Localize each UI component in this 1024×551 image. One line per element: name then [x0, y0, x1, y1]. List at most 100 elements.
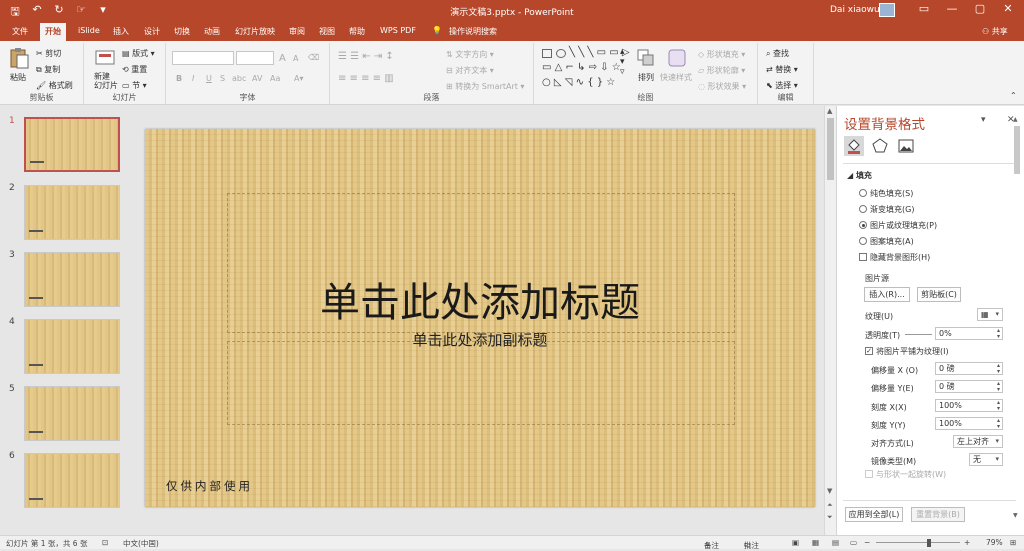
cut-button[interactable]: ✂ 剪切 [36, 48, 61, 59]
arrange-button[interactable]: 排列 [638, 72, 654, 83]
align-text-button[interactable]: ⊟ 对齐文本 ▾ [446, 65, 494, 76]
fill-category-icon[interactable] [844, 136, 864, 156]
grow-font-button[interactable]: A [279, 53, 286, 64]
triangle-shape-icon[interactable]: ▭ △ ⌐ ↳ ⇨ ⇩ ☆ [542, 62, 621, 73]
slide-canvas[interactable]: 单击此处添加标题 单击此处添加副标题 仅供内部使用 [145, 129, 815, 507]
apply-to-all-button[interactable]: 应用到全部(L) [845, 507, 903, 522]
spinner-icon[interactable]: ▴ ▾ [997, 400, 1000, 412]
spinner-icon[interactable]: ▴ ▾ [997, 328, 1000, 340]
zoom-out-icon[interactable]: − [864, 538, 870, 547]
underline-button[interactable]: U [206, 74, 212, 83]
zoom-slider-knob[interactable] [927, 539, 931, 547]
layout-button[interactable]: ▤ 版式 ▾ [122, 48, 155, 59]
tell-me-search[interactable]: 操作说明搜索 [449, 26, 497, 37]
bullets-icon[interactable]: ☰ ☰ ⇤ ⇥ ↕ [338, 51, 394, 62]
smartart-button[interactable]: ⊞ 转换为 SmartArt ▾ [446, 81, 524, 92]
tab-review[interactable]: 审阅 [289, 26, 305, 37]
scroll-down-icon[interactable]: ▼ [827, 487, 832, 495]
solid-fill-radio[interactable] [859, 189, 867, 197]
shadow-button[interactable]: S [220, 74, 225, 83]
effects-category-icon[interactable] [870, 136, 890, 156]
tab-help[interactable]: 帮助 [349, 26, 365, 37]
replace-button[interactable]: ⇄ 替换 ▾ [766, 64, 798, 75]
gradient-fill-label[interactable]: 渐变填充(G) [870, 204, 914, 215]
slide-sorter-icon[interactable]: ▦ [812, 538, 819, 547]
spinner-icon[interactable]: ▴ ▾ [997, 381, 1000, 393]
slideshow-icon[interactable]: ▭ [850, 538, 857, 547]
minimize-icon[interactable]: — [938, 2, 966, 15]
scale-x-spin[interactable]: 100% ▴ ▾ [935, 399, 1003, 412]
tab-wps-pdf[interactable]: WPS PDF [380, 26, 416, 35]
quick-styles-icon[interactable] [666, 47, 688, 69]
reset-button[interactable]: ⟲ 重置 [122, 64, 147, 75]
rotate-with-shape-label[interactable]: 与形状一起旋转(W) [876, 469, 946, 480]
slide-subtitle[interactable]: 单击此处添加副标题 [145, 329, 815, 350]
scroll-up-icon[interactable]: ▲ [827, 107, 832, 115]
shape-outline-button[interactable]: ▱ 形状轮廓 ▾ [698, 65, 745, 76]
select-button[interactable]: ⬉ 选择 ▾ [766, 80, 798, 91]
tile-checkbox[interactable]: ✓ [865, 347, 873, 355]
quick-styles-button[interactable]: 快速样式 [660, 72, 692, 83]
tab-islide[interactable]: iSlide [78, 26, 100, 35]
avatar[interactable] [879, 3, 895, 17]
shape-fill-button[interactable]: ◇ 形状填充 ▾ [698, 49, 745, 60]
scroll-up-icon[interactable]: ▲ [1013, 116, 1018, 123]
transparency-spin[interactable]: 0% ▴ ▾ [935, 327, 1003, 340]
clipboard-button[interactable]: 剪贴板(C) [917, 287, 961, 302]
slide-thumbnail-3[interactable] [24, 252, 120, 307]
slide-thumbnail-2[interactable] [24, 185, 120, 240]
tab-animations[interactable]: 动画 [204, 26, 220, 37]
reading-view-icon[interactable]: ▤ [832, 538, 839, 547]
tab-home[interactable]: 开始 [40, 23, 66, 41]
spinner-icon[interactable]: ▴ ▾ [997, 363, 1000, 375]
slide-thumbnail-5[interactable] [24, 386, 120, 441]
pane-scrollbar[interactable]: ▲ ▼ [1013, 116, 1021, 534]
tab-insert[interactable]: 插入 [113, 26, 129, 37]
font-name-combo[interactable] [172, 51, 234, 65]
slide-title[interactable]: 单击此处添加标题 [145, 270, 815, 328]
reset-background-button[interactable]: 重置背景(B) [911, 507, 965, 522]
spinner-icon[interactable]: ▴ ▾ [997, 418, 1000, 430]
spelling-icon[interactable]: ⊡ [102, 538, 108, 547]
copy-button[interactable]: ⧉ 复制 [36, 64, 60, 75]
new-slide-icon[interactable] [94, 47, 116, 69]
picture-fill-label[interactable]: 图片或纹理填充(P) [870, 220, 937, 231]
tab-slideshow[interactable]: 幻灯片放映 [235, 26, 275, 37]
scroll-down-icon[interactable]: ▼ [1013, 512, 1018, 519]
slide-thumbnail-6[interactable] [24, 453, 120, 508]
slide-thumbnail-1[interactable] [24, 117, 120, 172]
gallery-more-icon[interactable]: ▴ ▾ ▿ [620, 47, 625, 77]
prev-slide-icon[interactable]: ⏶ [827, 501, 833, 510]
new-slide-button[interactable]: 新建 幻灯片 [94, 72, 118, 90]
find-button[interactable]: ⌕ 查找 [766, 48, 789, 59]
scroll-thumb[interactable] [1014, 126, 1020, 174]
rotate-with-shape-checkbox[interactable] [865, 470, 873, 478]
pattern-fill-label[interactable]: 图案填充(A) [870, 236, 914, 247]
tab-file[interactable]: 文件 [12, 26, 28, 37]
shape-effects-button[interactable]: ◌ 形状效果 ▾ [698, 81, 746, 92]
next-slide-icon[interactable]: ⏷ [827, 513, 833, 522]
text-direction-button[interactable]: ⇅ 文字方向 ▾ [446, 49, 494, 60]
gradient-fill-radio[interactable] [859, 205, 867, 213]
alignment-dropdown[interactable]: 左上对齐 ▾ [953, 435, 1003, 448]
ribbon-display-icon[interactable]: ▭ [910, 2, 938, 15]
shrink-font-button[interactable]: A [293, 54, 298, 63]
paste-icon[interactable] [8, 47, 30, 69]
subtitle-placeholder[interactable] [227, 341, 735, 425]
bold-button[interactable]: B [176, 74, 182, 83]
strikethrough-button[interactable]: abc [232, 74, 246, 83]
clear-format-icon[interactable]: ⌫ [308, 53, 319, 62]
curve-shape-icon[interactable]: ○ ◺ ◹ ∿ { } ☆ [542, 77, 615, 88]
editor-scrollbar[interactable]: ▲ ▼ ⏶ ⏷ [824, 106, 836, 535]
oval-shape-icon[interactable] [556, 49, 566, 58]
solid-fill-label[interactable]: 纯色填充(S) [870, 188, 913, 199]
zoom-level[interactable]: 79% [986, 538, 1003, 547]
scroll-thumb[interactable] [827, 118, 834, 180]
italic-button[interactable]: I [192, 74, 194, 83]
tile-label[interactable]: 将图片平铺为纹理(I) [876, 346, 949, 357]
user-name[interactable]: Dai xiaowu [830, 5, 880, 15]
hide-bg-label[interactable]: 隐藏背景图形(H) [870, 252, 930, 263]
collapse-ribbon-icon[interactable]: ⌃ [1010, 91, 1017, 100]
offset-x-spin[interactable]: 0 磅 ▴ ▾ [935, 362, 1003, 375]
scale-y-spin[interactable]: 100% ▴ ▾ [935, 417, 1003, 430]
